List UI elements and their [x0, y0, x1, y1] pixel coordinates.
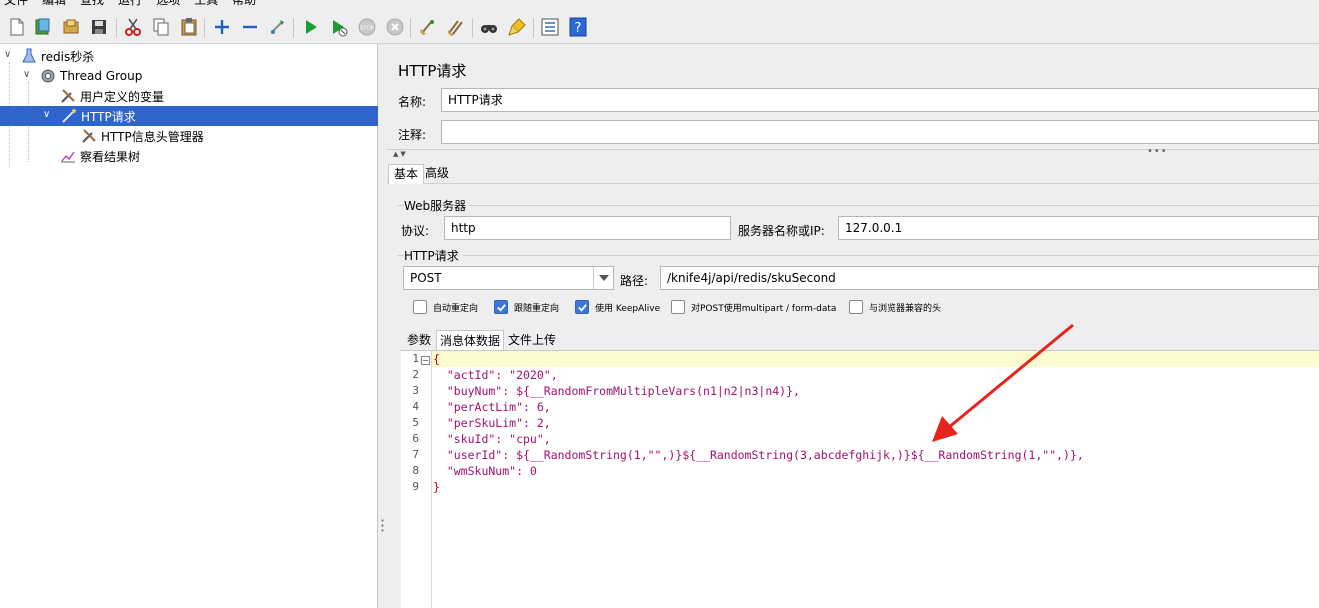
http-request-group	[397, 255, 1319, 256]
keepalive-checkbox[interactable]: 使用 KeepAlive	[575, 300, 660, 314]
config-tabs: 基本 高级	[387, 160, 1319, 184]
checkbox-box[interactable]	[671, 300, 685, 314]
tab-file-upload[interactable]: 文件上传	[505, 330, 559, 350]
menu-file[interactable]: 文件	[4, 0, 28, 8]
code-line: "wmSkuNum": 0	[433, 464, 537, 478]
collapse-toggle-icon[interactable]: ∨	[4, 49, 11, 60]
expand-icon[interactable]	[211, 16, 233, 38]
checkbox-box[interactable]	[849, 300, 863, 314]
test-plan-tree: ∨ redis秒杀 ∨ Thread Group 用户定义的变量 ∨ HTTP请…	[0, 44, 378, 608]
code-line: "perSkuLim": 2,	[433, 416, 551, 430]
svg-text:STOP: STOP	[360, 26, 375, 32]
section-divider[interactable]: ▲▼ •••	[387, 146, 1319, 158]
menu-edit[interactable]: 编辑	[42, 0, 66, 8]
line-gutter: 1 2 3 4 5 6 7 8 9 −	[401, 351, 432, 608]
stop-icon[interactable]: STOP	[356, 16, 378, 38]
panel-title: HTTP请求	[398, 62, 467, 80]
http-request-panel: HTTP请求 名称: HTTP请求 注释: ▲▼ ••• 基本 高级 Web服务…	[387, 44, 1319, 608]
collapse-icon[interactable]	[239, 16, 261, 38]
code-line: {	[433, 352, 440, 366]
checkmark-icon[interactable]	[494, 300, 508, 314]
tab-body-data[interactable]: 消息体数据	[436, 330, 505, 350]
collapse-toggle-icon[interactable]: ∨	[23, 69, 30, 80]
tree-item-result-tree[interactable]: 察看结果树	[59, 146, 140, 166]
code-line: }	[433, 480, 440, 494]
tree-item-header-manager[interactable]: HTTP信息头管理器	[80, 126, 204, 146]
menu-options[interactable]: 选项	[156, 0, 180, 8]
cut-icon[interactable]	[122, 16, 144, 38]
paste-icon[interactable]	[178, 16, 200, 38]
toggle-icon[interactable]	[267, 16, 289, 38]
multipart-checkbox[interactable]: 对POST使用multipart / form-data	[671, 300, 836, 314]
path-field[interactable]: /knife4j/api/redis/skuSecond	[660, 266, 1319, 290]
pipette-icon	[60, 107, 78, 125]
start-icon[interactable]	[300, 16, 322, 38]
menu-search[interactable]: 查找	[80, 0, 104, 8]
new-icon[interactable]	[6, 16, 28, 38]
server-field[interactable]: 127.0.0.1	[838, 216, 1319, 240]
code-line: "actId": "2020",	[433, 368, 558, 382]
server-label: 服务器名称或IP:	[738, 224, 825, 238]
method-value: POST	[410, 271, 442, 285]
path-label: 路径:	[620, 274, 649, 288]
comment-label: 注释:	[398, 128, 427, 142]
shutdown-icon[interactable]	[384, 16, 406, 38]
wrench-icon	[80, 127, 98, 145]
wrench-icon	[59, 87, 77, 105]
comment-field[interactable]	[441, 120, 1319, 144]
protocol-label: 协议:	[401, 224, 430, 238]
toolbar: STOP ?	[0, 8, 1319, 44]
start-no-pause-icon[interactable]	[328, 16, 350, 38]
templates-icon[interactable]	[32, 16, 54, 38]
svg-text:?: ?	[575, 21, 582, 36]
menu-help[interactable]: 帮助	[232, 0, 256, 8]
menu-run[interactable]: 运行	[118, 0, 142, 8]
chevron-down-icon[interactable]	[593, 267, 613, 289]
tab-advanced[interactable]: 高级	[420, 164, 454, 184]
code-line: "perActLim": 6,	[433, 400, 551, 414]
name-label: 名称:	[398, 95, 427, 109]
panel-splitter[interactable]	[379, 44, 387, 608]
menu-bar: 文件 编辑 查找 运行 选项 工具 帮助	[0, 0, 1319, 8]
code-line: "skuId": "cpu",	[433, 432, 551, 446]
save-icon[interactable]	[88, 16, 110, 38]
fold-toggle-icon[interactable]: −	[421, 356, 430, 365]
browser-headers-checkbox[interactable]: 与浏览器兼容的头	[849, 300, 941, 314]
checkbox-box[interactable]	[413, 300, 427, 314]
protocol-field[interactable]: http	[444, 216, 731, 240]
current-line-highlight	[432, 351, 1319, 367]
name-field[interactable]: HTTP请求	[441, 88, 1319, 112]
checkmark-icon[interactable]	[575, 300, 589, 314]
gear-icon	[39, 67, 57, 85]
collapse-toggle-icon[interactable]: ∨	[43, 109, 50, 120]
reset-search-icon[interactable]	[506, 16, 528, 38]
tab-parameters[interactable]: 参数	[404, 330, 434, 350]
copy-icon[interactable]	[150, 16, 172, 38]
clear-all-icon[interactable]	[445, 16, 467, 38]
annotation-arrow-icon	[932, 323, 1074, 442]
search-icon[interactable]	[478, 16, 500, 38]
help-icon[interactable]: ?	[567, 16, 589, 38]
function-helper-icon[interactable]	[539, 16, 561, 38]
tree-item-http-request[interactable]: ∨ HTTP请求	[0, 106, 378, 126]
tree-item-thread-group[interactable]: Thread Group	[39, 66, 142, 86]
tree-item-user-variables[interactable]: 用户定义的变量	[59, 86, 164, 106]
follow-redirect-checkbox[interactable]: 跟随重定向	[494, 300, 559, 314]
chart-icon	[59, 147, 77, 165]
web-server-group	[397, 205, 1319, 206]
auto-redirect-checkbox[interactable]: 自动重定向	[413, 300, 478, 314]
open-icon[interactable]	[60, 16, 82, 38]
body-data-editor[interactable]: 1 2 3 4 5 6 7 8 9 − { "actId": "2020", "…	[401, 350, 1319, 608]
flask-icon	[20, 47, 38, 65]
method-select[interactable]: POST	[403, 266, 614, 290]
menu-tools[interactable]: 工具	[194, 0, 218, 8]
http-request-title: HTTP请求	[404, 247, 462, 264]
clear-icon[interactable]	[417, 16, 439, 38]
tab-basic[interactable]: 基本	[388, 164, 425, 184]
tree-item-test-plan[interactable]: redis秒杀	[20, 46, 94, 66]
code-line: "buyNum": ${__RandomFromMultipleVars(n1|…	[433, 384, 800, 398]
web-server-title: Web服务器	[404, 197, 470, 214]
